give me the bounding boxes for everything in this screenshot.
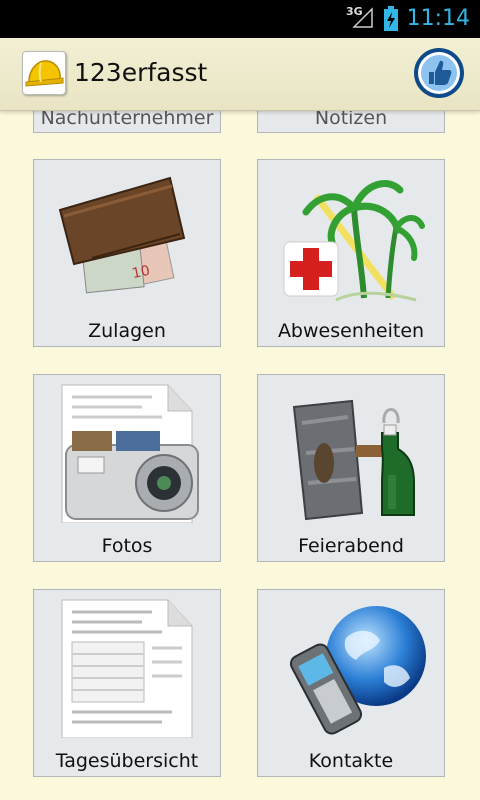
battery-charging-icon (384, 6, 398, 31)
action-bar: 123erfasst (0, 38, 480, 111)
tile-grid: Nachunternehmer Notizen 10 Zulagen Abwes… (0, 0, 480, 800)
tile-tagesuebersicht[interactable]: Tagesübersicht (33, 589, 221, 777)
tile-nachunternehmer[interactable]: Nachunternehmer (33, 107, 221, 133)
wallet-money-icon: 10 (58, 176, 186, 294)
thumbs-up-icon (418, 52, 460, 94)
document-icon (61, 599, 193, 738)
tile-label: Tagesübersicht (55, 750, 199, 772)
like-button[interactable] (414, 48, 464, 98)
tile-kontakte[interactable]: Kontakte (257, 589, 445, 777)
tile-abwesenheiten[interactable]: Abwesenheiten (257, 159, 445, 347)
tile-label: Zulagen (88, 320, 166, 342)
tile-notizen[interactable]: Notizen (257, 107, 445, 133)
absence-palm-cross-icon (283, 180, 425, 302)
tile-label: Feierabend (298, 535, 404, 557)
clock: 11:14 (406, 6, 470, 31)
tile-zulagen[interactable]: 10 Zulagen (33, 159, 221, 347)
camera-icon (61, 384, 199, 523)
app-title: 123erfasst (74, 58, 208, 87)
hard-hat-icon (22, 51, 66, 95)
signal-icon (352, 7, 373, 28)
status-bar: 3G 11:14 (0, 0, 480, 38)
tile-label: Fotos (101, 535, 153, 557)
tile-label: Kontakte (308, 750, 394, 772)
hammer-bottle-icon (292, 399, 415, 521)
tile-label: Abwesenheiten (277, 320, 425, 342)
tile-feierabend[interactable]: Feierabend (257, 374, 445, 562)
phone-globe-icon (289, 606, 426, 735)
tile-fotos[interactable]: Fotos (33, 374, 221, 562)
